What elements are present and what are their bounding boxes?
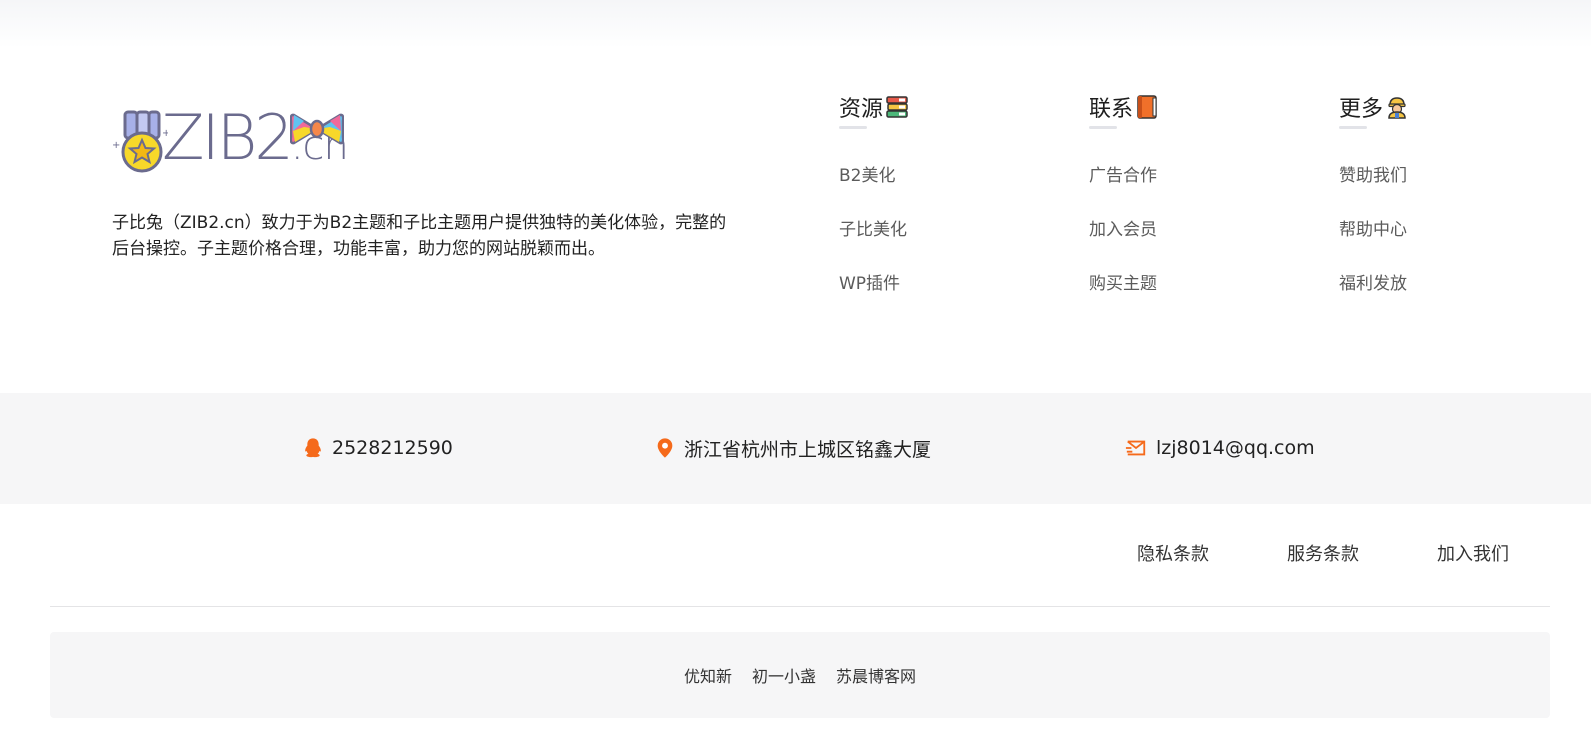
footer-link-zibi[interactable]: 子比美化 <box>839 203 909 257</box>
qq-number: 2528212590 <box>332 437 453 459</box>
worker-emoji-icon <box>1388 97 1406 119</box>
column-title: 资源 <box>839 97 884 122</box>
friend-link[interactable]: 优知新 <box>684 663 732 687</box>
join-us-link[interactable]: 加入我们 <box>1437 540 1509 566</box>
contact-address: 浙江省杭州市上城区铭鑫大厦 <box>654 433 931 463</box>
footer-link-help[interactable]: 帮助中心 <box>1339 203 1409 257</box>
footer-link-welfare[interactable]: 福利发放 <box>1339 257 1409 311</box>
footer-column-resources: 资源 B2美化 子比美化 WP插件 <box>839 90 909 311</box>
site-logo[interactable]: + + ZIB2.cn <box>112 104 732 176</box>
friend-links-box: 优知新 初一小盏 苏晨博客网 <box>50 632 1550 718</box>
contact-band: 2528212590 浙江省杭州市上城区铭鑫大厦 lzj8014@qq.com <box>0 393 1591 504</box>
footer-link-wp-plugins[interactable]: WP插件 <box>839 257 909 311</box>
address-text: 浙江省杭州市上城区铭鑫大厦 <box>684 438 932 461</box>
brand-description: 子比兔（ZIB2.cn）致力于为B2主题和子比主题用户提供独特的美化体验，完整的… <box>112 213 727 259</box>
column-underline <box>1089 126 1117 129</box>
medal-icon: + + <box>112 110 168 173</box>
mail-icon <box>1125 440 1146 456</box>
contact-email[interactable]: lzj8014@qq.com <box>1124 433 1315 463</box>
contact-qq[interactable]: 2528212590 <box>302 433 453 463</box>
friend-link[interactable]: 初一小盏 <box>752 663 816 687</box>
terms-of-service-link[interactable]: 服务条款 <box>1287 540 1359 566</box>
column-underline <box>839 126 867 129</box>
column-title: 联系 <box>1089 97 1134 122</box>
top-fade <box>0 0 1591 48</box>
footer-link-sponsor[interactable]: 赞助我们 <box>1339 149 1409 203</box>
footer-link-b2[interactable]: B2美化 <box>839 149 909 203</box>
friend-link[interactable]: 苏晨博客网 <box>836 663 916 687</box>
column-title: 更多 <box>1339 97 1384 122</box>
bow-tie-icon <box>289 113 344 145</box>
orange-book-emoji-icon <box>1137 95 1157 119</box>
column-underline <box>1339 126 1367 129</box>
footer-link-membership[interactable]: 加入会员 <box>1089 203 1159 257</box>
svg-text:+: + <box>112 140 120 151</box>
footer-column-more: 更多 赞助我们 帮助中心 福利发放 <box>1339 90 1409 311</box>
books-emoji-icon <box>886 96 908 118</box>
privacy-policy-link[interactable]: 隐私条款 <box>1137 540 1209 566</box>
footer-divider <box>50 606 1550 607</box>
footer-brand: + + ZIB2.cn 子比兔（ZIB2.cn）致力于为B2主题和子比主题用户提… <box>112 104 732 262</box>
footer-link-buy-theme[interactable]: 购买主题 <box>1089 257 1159 311</box>
qq-icon <box>305 438 321 458</box>
location-pin-icon <box>657 438 673 458</box>
footer-column-contact: 联系 广告合作 加入会员 购买主题 <box>1089 90 1159 311</box>
footer-link-ads[interactable]: 广告合作 <box>1089 149 1159 203</box>
email-text: lzj8014@qq.com <box>1156 437 1315 459</box>
